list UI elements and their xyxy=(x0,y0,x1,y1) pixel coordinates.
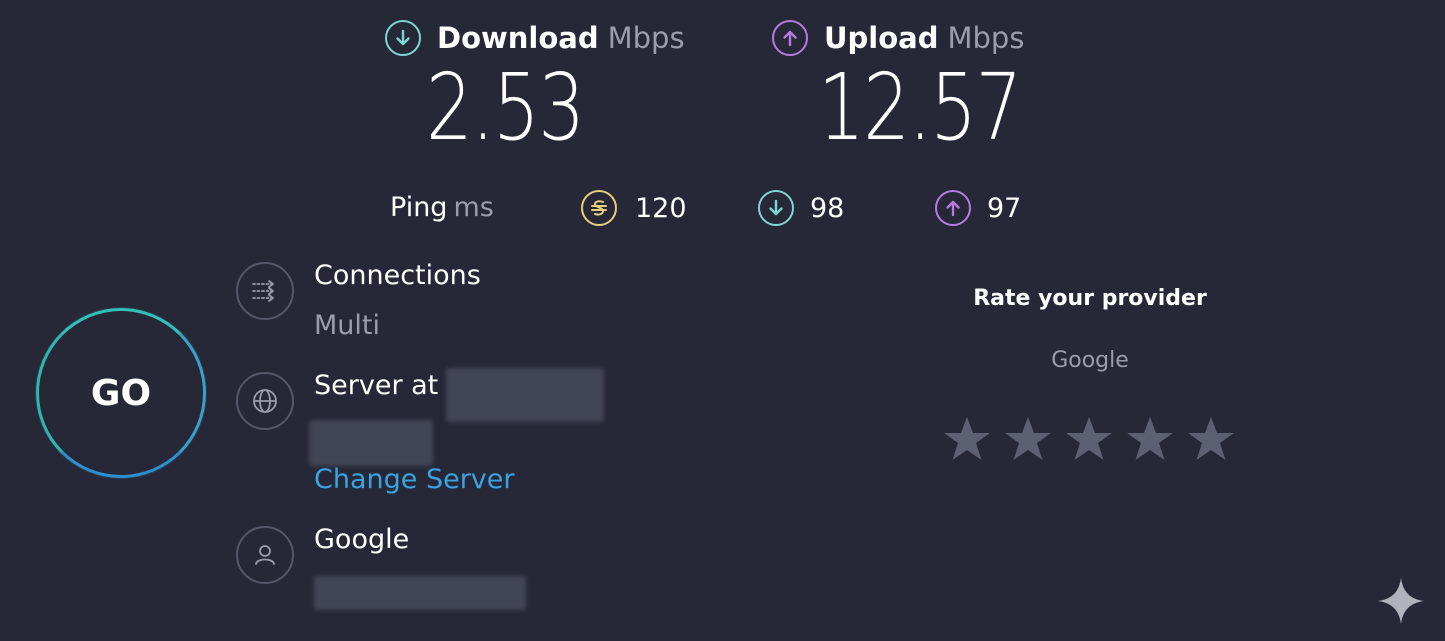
upload-title: Upload xyxy=(824,21,939,55)
server-location-redacted xyxy=(309,420,433,466)
arrow-up-circle-icon xyxy=(772,20,808,56)
ping-idle-value: 120 xyxy=(635,192,687,224)
download-unit: Mbps xyxy=(607,21,685,55)
rate-provider-title: Rate your provider xyxy=(973,286,1207,311)
star-icon[interactable] xyxy=(942,414,992,464)
connections-icon xyxy=(236,262,294,320)
ping-download: 98 xyxy=(758,190,844,226)
ping-idle-icon xyxy=(581,190,617,226)
user-icon xyxy=(236,526,294,584)
connections-value: Multi xyxy=(314,310,380,341)
ping-idle: 120 xyxy=(581,190,687,226)
ping-label: Ping ms xyxy=(390,192,494,223)
ping-title: Ping xyxy=(390,192,448,223)
ping-upload: 97 xyxy=(935,190,1021,226)
isp-ip-redacted xyxy=(314,576,526,610)
ping-unit: ms xyxy=(453,192,494,223)
star-icon[interactable] xyxy=(1186,414,1236,464)
rating-stars xyxy=(942,414,1236,464)
isp-name: Google xyxy=(314,524,410,555)
server-title: Server at xyxy=(314,370,439,401)
star-icon[interactable] xyxy=(1003,414,1053,464)
arrow-down-circle-icon xyxy=(385,20,421,56)
rate-provider-name: Google xyxy=(1051,348,1129,373)
star-icon[interactable] xyxy=(1125,414,1175,464)
connections-title: Connections xyxy=(314,260,481,291)
arrow-down-circle-icon xyxy=(758,190,794,226)
server-name-redacted xyxy=(446,368,604,422)
download-value: 2.53 xyxy=(426,54,585,161)
sparkle-icon xyxy=(1378,578,1424,624)
change-server-link[interactable]: Change Server xyxy=(314,464,515,495)
go-button[interactable]: GO xyxy=(36,308,206,478)
download-title: Download xyxy=(437,21,599,55)
ping-download-value: 98 xyxy=(810,192,845,224)
upload-label: Upload Mbps xyxy=(772,20,1024,56)
arrow-up-circle-icon xyxy=(935,190,971,226)
download-label: Download Mbps xyxy=(385,20,685,56)
ping-upload-value: 97 xyxy=(987,192,1022,224)
star-icon[interactable] xyxy=(1064,414,1114,464)
upload-unit: Mbps xyxy=(947,21,1025,55)
globe-icon xyxy=(236,372,294,430)
upload-value: 12.57 xyxy=(818,54,1022,161)
